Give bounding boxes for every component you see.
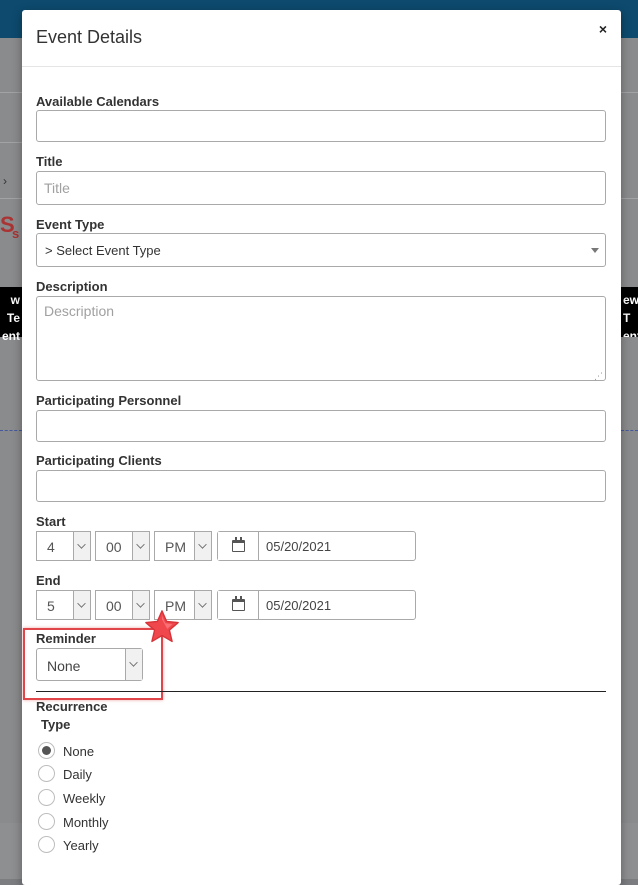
description-textarea[interactable]	[36, 296, 606, 381]
chevron-down-icon	[194, 591, 211, 619]
background-divider	[0, 142, 22, 143]
title-input[interactable]	[36, 171, 606, 205]
section-divider	[36, 691, 606, 692]
description-label: Description	[36, 279, 108, 294]
start-date-picker[interactable]: 05/20/2021	[217, 531, 416, 561]
end-date-value: 05/20/2021	[266, 598, 332, 613]
radio-label: None	[63, 744, 95, 759]
radio-button[interactable]	[38, 789, 55, 806]
start-calendar-button[interactable]	[218, 532, 259, 560]
caret-down-icon	[591, 248, 599, 253]
end-minute-value: 00	[106, 598, 122, 614]
recurrence-type-label: Recurrence Type	[36, 698, 108, 734]
background-divider	[0, 92, 22, 93]
end-calendar-button[interactable]	[218, 591, 259, 619]
radio-button[interactable]	[38, 836, 55, 853]
background-dashed-line	[621, 430, 638, 431]
modal-title: Event Details	[36, 27, 143, 47]
event-type-select[interactable]: > Select Event Type	[36, 233, 606, 267]
start-label: Start	[36, 514, 66, 529]
event-details-modal: Event Details × Available Calendars Titl…	[22, 10, 621, 885]
title-label: Title	[36, 154, 63, 169]
calendar-icon	[232, 596, 245, 611]
background-tile-text: ent	[623, 329, 638, 337]
radio-label: Daily	[63, 767, 92, 782]
start-minute-select[interactable]: 00	[95, 531, 150, 561]
start-ampm-select[interactable]: PM	[154, 531, 212, 561]
background-divider	[621, 198, 638, 199]
end-date-picker[interactable]: 05/20/2021	[217, 590, 416, 620]
start-hour-select[interactable]: 4	[36, 531, 91, 561]
radio-label: Weekly	[63, 791, 106, 806]
background-tile-text: ew T	[623, 293, 638, 325]
star-icon	[145, 610, 179, 643]
participating-personnel-label: Participating Personnel	[36, 393, 182, 408]
recurrence-label-line2: Type	[41, 717, 71, 732]
recurrence-label-line1: Recurrence	[36, 699, 108, 714]
chevron-down-icon	[73, 591, 90, 619]
end-hour-select[interactable]: 5	[36, 590, 91, 620]
background-dashed-line	[0, 430, 22, 431]
background-tile-text: ent	[2, 329, 20, 343]
start-minute-value: 00	[106, 539, 122, 555]
background-black-tile-right: ew T ent	[621, 287, 638, 337]
start-date-value: 05/20/2021	[266, 539, 332, 554]
background-divider	[0, 198, 22, 199]
background-red-text: s	[12, 226, 20, 241]
available-calendars-input[interactable]	[36, 110, 606, 142]
end-label: End	[36, 573, 61, 588]
radio-button[interactable]	[38, 813, 55, 830]
highlight-box	[23, 628, 163, 700]
available-calendars-label: Available Calendars	[36, 94, 160, 109]
chevron-down-icon	[73, 532, 90, 560]
participating-personnel-input[interactable]	[36, 410, 606, 442]
background-tile-text: w Te	[6, 293, 20, 325]
end-hour-value: 5	[47, 598, 55, 614]
calendar-icon	[232, 537, 245, 552]
end-minute-select[interactable]: 00	[95, 590, 150, 620]
participating-clients-input[interactable]	[36, 470, 606, 502]
event-type-selected: > Select Event Type	[45, 243, 161, 258]
chevron-down-icon	[132, 532, 149, 560]
radio-label: Yearly	[63, 838, 99, 853]
background-chevron-right-icon: ›	[3, 174, 7, 188]
start-ampm-value: PM	[165, 539, 186, 555]
background-divider	[621, 92, 638, 93]
chevron-down-icon	[194, 532, 211, 560]
radio-button[interactable]	[38, 742, 55, 759]
close-icon[interactable]: ×	[599, 22, 607, 36]
background-black-tile-left: w Te ent	[0, 287, 22, 343]
event-type-label: Event Type	[36, 217, 105, 232]
participating-clients-label: Participating Clients	[36, 453, 162, 468]
modal-header: Event Details ×	[22, 10, 621, 67]
radio-button[interactable]	[38, 765, 55, 782]
start-hour-value: 4	[47, 539, 55, 555]
radio-label: Monthly	[63, 815, 109, 830]
resize-grip-icon[interactable]: ⋰	[594, 372, 603, 381]
